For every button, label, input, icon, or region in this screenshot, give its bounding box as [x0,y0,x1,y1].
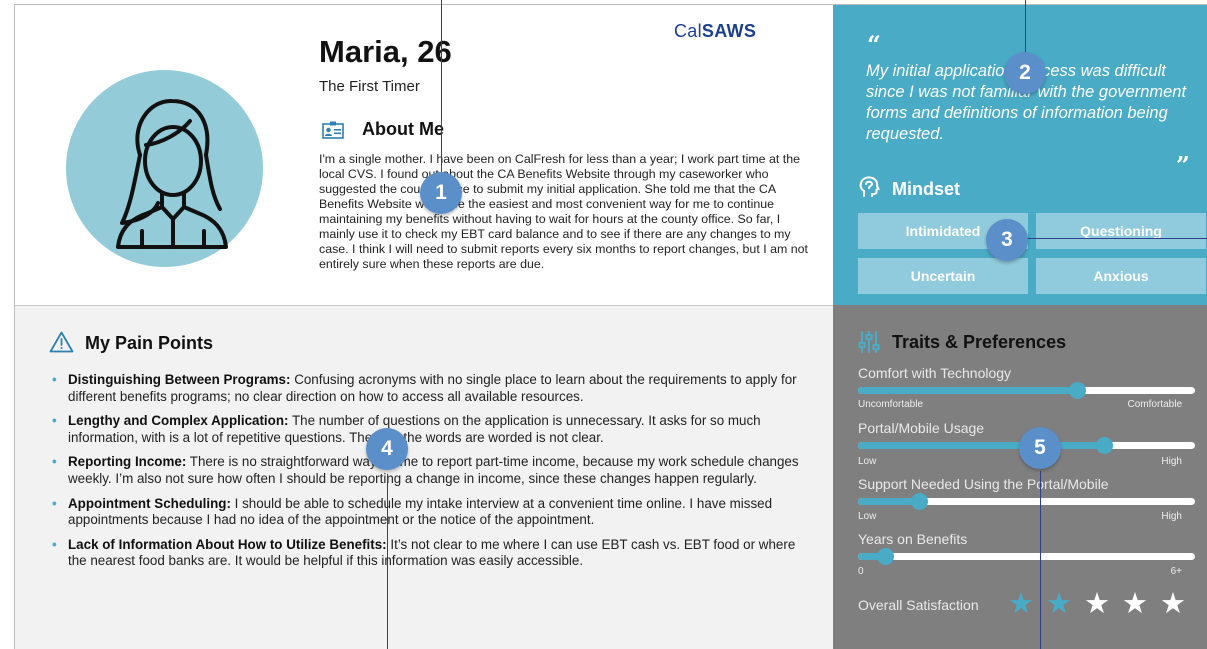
pain-points-list: • Distinguishing Between Programs: Confus… [52,372,812,578]
slider-max-label: High [1161,511,1182,522]
about-me-text: I'm a single mother. I have been on CalF… [319,152,808,271]
bullet: • [52,413,57,429]
list-item: • Appointment Scheduling: I should be abl… [52,495,773,528]
annotation-line [1022,238,1207,239]
slider-min-label: Low [858,511,877,522]
years-on-benefits-slider [858,548,1195,565]
annotation-line [441,0,442,172]
slider-fill [858,442,1104,449]
annotation-marker-3[interactable]: 3 [986,219,1028,261]
slider-max-label: 6+ [1170,566,1182,577]
comfort-technology-slider [858,382,1195,399]
slider-fill [858,387,1078,394]
annotation-line [387,474,388,649]
about-me-heading: About Me [362,119,444,139]
annotation-line [1040,471,1041,649]
persona-name: Maria, 26 [319,34,452,69]
slider-knob [876,548,894,565]
bullet: • [52,454,57,470]
slider-knob [1069,382,1087,399]
mindset-tag: Anxious [1036,258,1206,294]
slider-label: Portal/Mobile Usage [858,420,985,436]
woman-avatar-icon [116,98,228,249]
star-icon: ★ [1122,586,1148,620]
slider-max-label: Comfortable [1127,399,1182,410]
annotation-marker-4[interactable]: 4 [366,428,408,470]
slider-label: Comfort with Technology [858,365,1012,381]
calsaws-logo: CalSAWS [674,21,757,41]
sliders-icon [858,331,880,353]
satisfaction-label: Overall Satisfaction [858,597,979,613]
list-item: • Lack of Information About How to Utiliz… [52,536,796,569]
mindset-tag: Questioning [1036,213,1206,249]
annotation-marker-1[interactable]: 1 [420,172,462,214]
bullet: • [52,372,57,387]
slider-fill [858,498,919,505]
support-needed-slider [858,493,1195,510]
star-icon: ★ [1046,586,1072,620]
traits-heading: Traits & Preferences [892,332,1067,352]
id-card-icon [322,121,344,139]
annotation-marker-5[interactable]: 5 [1019,427,1061,469]
persona-subtitle: The First Timer [319,78,420,95]
mindset-heading: Mindset [892,179,961,199]
star-icon: ★ [1160,586,1186,620]
quote-close-mark: ” [1176,151,1190,180]
bullet: • [52,495,57,511]
slider-label: Support Needed Using the Portal/Mobile [858,476,1109,492]
mindset-tag: Uncertain [858,258,1028,294]
list-item: • Lengthy and Complex Application: The nu… [52,413,761,445]
list-item: • Distinguishing Between Programs: Confus… [52,372,797,404]
star-icon: ★ [1084,586,1110,620]
slider-knob [910,493,928,510]
star-icon: ★ [1008,586,1034,620]
slider-min-label: 0 [858,566,864,577]
quote-open-mark: “ [867,30,881,59]
annotation-marker-2[interactable]: 2 [1004,52,1046,94]
slider-min-label: Low [858,456,877,467]
slider-max-label: High [1161,456,1182,467]
slider-label: Years on Benefits [858,531,968,547]
annotation-line [1025,0,1026,53]
list-item: • Reporting Income: There is no straightf… [52,454,799,486]
bullet: • [52,536,57,552]
warning-icon [49,331,74,353]
slider-min-label: Uncomfortable [858,399,924,410]
pain-points-heading: My Pain Points [85,333,214,353]
head-icon [859,176,880,197]
slider-knob [1096,437,1113,454]
